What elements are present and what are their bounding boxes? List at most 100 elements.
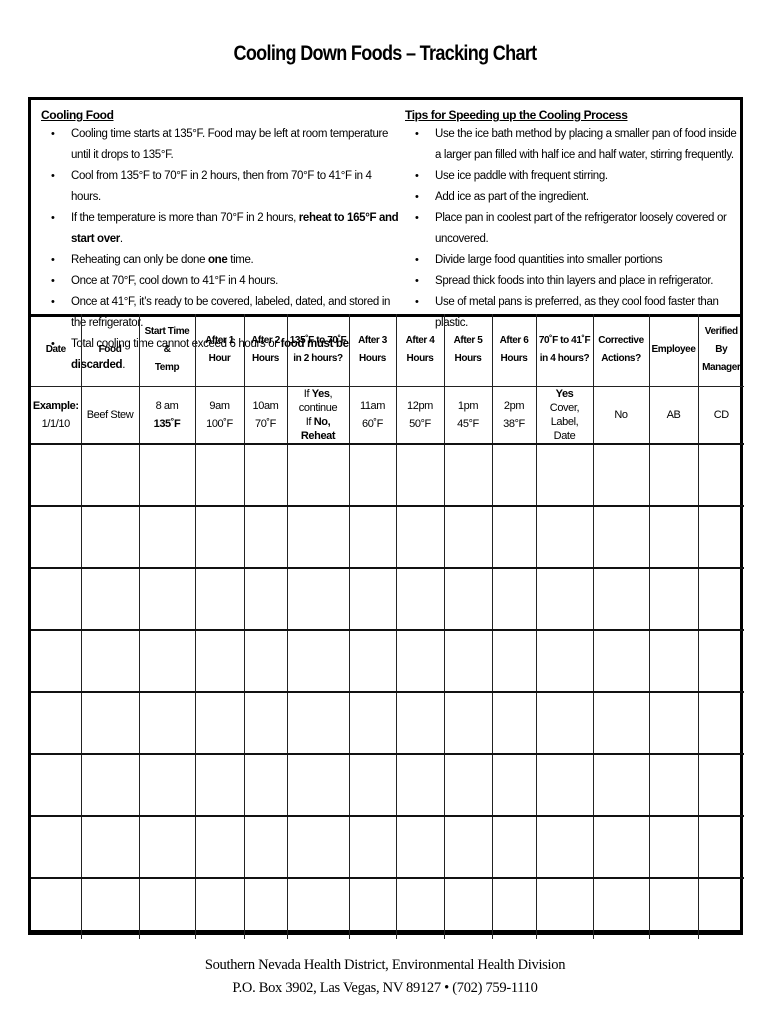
entry-cell[interactable] (697, 877, 744, 939)
entry-cell[interactable] (31, 443, 82, 507)
entry-cell[interactable] (443, 443, 493, 507)
entry-cell[interactable] (348, 567, 397, 631)
entry-cell[interactable] (194, 753, 245, 817)
entry-cell[interactable] (243, 815, 288, 879)
entry-cell[interactable] (443, 691, 493, 755)
entry-cell[interactable] (243, 443, 288, 507)
entry-cell[interactable] (286, 567, 350, 631)
entry-cell[interactable] (194, 567, 245, 631)
entry-cell[interactable] (592, 877, 650, 939)
entry-cell[interactable] (491, 877, 537, 939)
entry-cell[interactable] (31, 567, 82, 631)
entry-cell[interactable] (138, 567, 196, 631)
entry-cell[interactable] (286, 691, 350, 755)
entry-cell[interactable] (80, 443, 140, 507)
entry-cell[interactable] (138, 691, 196, 755)
entry-cell[interactable] (491, 629, 537, 693)
entry-cell[interactable] (395, 877, 445, 939)
entry-cell[interactable] (592, 505, 650, 569)
entry-cell[interactable] (535, 877, 594, 939)
entry-cell[interactable] (395, 629, 445, 693)
entry-cell[interactable] (697, 753, 744, 817)
entry-cell[interactable] (243, 567, 288, 631)
entry-cell[interactable] (348, 815, 397, 879)
entry-cell[interactable] (648, 505, 699, 569)
entry-cell[interactable] (138, 815, 196, 879)
entry-cell[interactable] (648, 815, 699, 879)
entry-cell[interactable] (31, 877, 82, 939)
entry-cell[interactable] (348, 443, 397, 507)
entry-cell[interactable] (491, 691, 537, 755)
entry-cell[interactable] (31, 815, 82, 879)
entry-cell[interactable] (348, 753, 397, 817)
entry-cell[interactable] (443, 505, 493, 569)
entry-cell[interactable] (592, 753, 650, 817)
entry-cell[interactable] (443, 877, 493, 939)
entry-cell[interactable] (243, 877, 288, 939)
entry-cell[interactable] (535, 753, 594, 817)
entry-cell[interactable] (697, 691, 744, 755)
entry-cell[interactable] (648, 753, 699, 817)
entry-cell[interactable] (592, 629, 650, 693)
entry-cell[interactable] (697, 567, 744, 631)
entry-cell[interactable] (286, 877, 350, 939)
entry-cell[interactable] (491, 753, 537, 817)
entry-cell[interactable] (194, 877, 245, 939)
entry-cell[interactable] (535, 629, 594, 693)
entry-cell[interactable] (535, 443, 594, 507)
entry-cell[interactable] (395, 815, 445, 879)
entry-cell[interactable] (138, 877, 196, 939)
entry-cell[interactable] (395, 443, 445, 507)
entry-cell[interactable] (286, 443, 350, 507)
entry-cell[interactable] (592, 443, 650, 507)
entry-cell[interactable] (592, 691, 650, 755)
entry-cell[interactable] (243, 505, 288, 569)
entry-cell[interactable] (243, 753, 288, 817)
entry-cell[interactable] (348, 877, 397, 939)
entry-cell[interactable] (443, 753, 493, 817)
entry-cell[interactable] (194, 815, 245, 879)
entry-cell[interactable] (80, 691, 140, 755)
entry-cell[interactable] (535, 815, 594, 879)
entry-cell[interactable] (286, 505, 350, 569)
entry-cell[interactable] (443, 815, 493, 879)
entry-cell[interactable] (31, 691, 82, 755)
entry-cell[interactable] (592, 567, 650, 631)
entry-cell[interactable] (491, 505, 537, 569)
entry-cell[interactable] (243, 629, 288, 693)
entry-cell[interactable] (535, 691, 594, 755)
entry-cell[interactable] (194, 505, 245, 569)
entry-cell[interactable] (697, 815, 744, 879)
entry-cell[interactable] (648, 877, 699, 939)
entry-cell[interactable] (491, 815, 537, 879)
entry-cell[interactable] (138, 443, 196, 507)
entry-cell[interactable] (194, 691, 245, 755)
entry-cell[interactable] (348, 629, 397, 693)
entry-cell[interactable] (348, 505, 397, 569)
entry-cell[interactable] (138, 505, 196, 569)
entry-cell[interactable] (443, 567, 493, 631)
entry-cell[interactable] (194, 629, 245, 693)
entry-cell[interactable] (80, 567, 140, 631)
entry-cell[interactable] (80, 877, 140, 939)
entry-cell[interactable] (80, 629, 140, 693)
entry-cell[interactable] (395, 691, 445, 755)
entry-cell[interactable] (138, 753, 196, 817)
entry-cell[interactable] (648, 691, 699, 755)
entry-cell[interactable] (80, 505, 140, 569)
entry-cell[interactable] (31, 753, 82, 817)
entry-cell[interactable] (443, 629, 493, 693)
entry-cell[interactable] (31, 629, 82, 693)
entry-cell[interactable] (535, 505, 594, 569)
entry-cell[interactable] (395, 505, 445, 569)
entry-cell[interactable] (592, 815, 650, 879)
entry-cell[interactable] (697, 443, 744, 507)
entry-cell[interactable] (194, 443, 245, 507)
entry-cell[interactable] (286, 753, 350, 817)
entry-cell[interactable] (395, 567, 445, 631)
entry-cell[interactable] (348, 691, 397, 755)
entry-cell[interactable] (80, 753, 140, 817)
entry-cell[interactable] (286, 629, 350, 693)
entry-cell[interactable] (648, 567, 699, 631)
entry-cell[interactable] (697, 505, 744, 569)
